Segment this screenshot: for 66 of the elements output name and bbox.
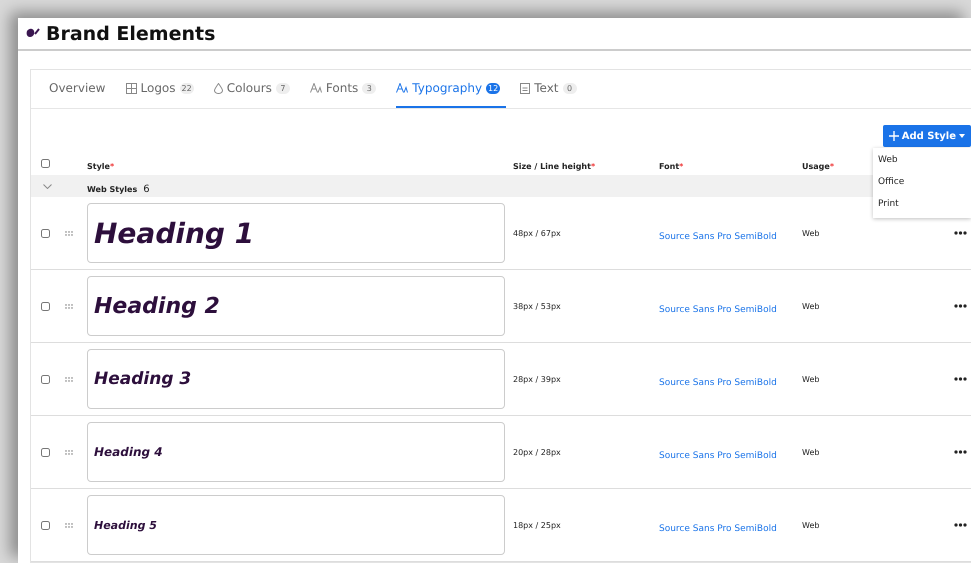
- brush-icon: [26, 28, 40, 40]
- menu-item[interactable]: Office: [873, 172, 971, 194]
- tab[interactable]: Colours 7: [214, 70, 296, 108]
- page-title: Brand Elements: [46, 22, 216, 44]
- style-preview[interactable]: Heading 1: [87, 203, 505, 263]
- more-icon[interactable]: [954, 450, 967, 454]
- required-mark: *: [830, 162, 834, 170]
- drag-handle-icon[interactable]: [65, 230, 73, 236]
- size-text: 48px / 67px: [513, 228, 562, 238]
- tab[interactable]: Typography 12: [396, 70, 506, 108]
- column-header: Size / Line height: [513, 162, 591, 170]
- drag-handle-icon[interactable]: [65, 522, 73, 528]
- usage-text: Web: [802, 374, 820, 384]
- style-preview[interactable]: Heading 2: [87, 276, 505, 336]
- usage-text: Web: [802, 302, 820, 310]
- style-preview[interactable]: Heading 3: [87, 349, 505, 409]
- drop-icon: [214, 82, 223, 94]
- style-preview[interactable]: Heading 5: [87, 495, 505, 555]
- row-checkbox[interactable]: [41, 374, 50, 384]
- style-preview[interactable]: Heading 4: [87, 422, 505, 482]
- drag-handle-icon[interactable]: [65, 304, 73, 308]
- column-header: Style: [87, 162, 110, 170]
- required-mark: *: [110, 162, 114, 170]
- size-text: 18px / 25px: [513, 520, 562, 530]
- grid-icon: [126, 82, 136, 94]
- column-header: Font: [659, 162, 680, 170]
- tab[interactable]: Fonts 3: [310, 70, 382, 108]
- required-mark: *: [679, 162, 684, 170]
- size-text: 38px / 53px: [513, 302, 562, 310]
- size-text: 20px / 28px: [513, 448, 562, 456]
- size-text: 28px / 39px: [513, 374, 562, 384]
- plus-icon: [888, 131, 899, 141]
- caret-icon: [959, 134, 965, 138]
- row-checkbox[interactable]: [41, 302, 50, 310]
- chevron-icon[interactable]: [43, 184, 52, 188]
- drag-handle-icon[interactable]: [65, 450, 73, 454]
- menu-item[interactable]: Print: [873, 194, 971, 216]
- tab[interactable]: Logos 22: [126, 70, 200, 108]
- usage-text: Web: [802, 228, 820, 238]
- row-checkbox[interactable]: [41, 448, 50, 456]
- font-link[interactable]: Source Sans Pro SemiBold: [659, 450, 777, 460]
- more-icon[interactable]: [954, 231, 967, 235]
- font-link[interactable]: Source Sans Pro SemiBold: [659, 378, 777, 388]
- font-icon: [310, 83, 322, 93]
- font-icon: [396, 83, 408, 93]
- row-checkbox[interactable]: [41, 520, 50, 530]
- font-link[interactable]: Source Sans Pro SemiBold: [659, 524, 777, 534]
- drag-handle-icon[interactable]: [65, 376, 73, 382]
- menu-item[interactable]: Web: [873, 150, 971, 172]
- document-icon: [520, 82, 530, 94]
- add-style-button[interactable]: Add Style: [882, 125, 971, 147]
- more-icon[interactable]: [954, 523, 967, 527]
- group-count: 6: [143, 184, 150, 194]
- group-label: Web Styles: [87, 184, 138, 194]
- select-all-checkbox[interactable]: [41, 158, 50, 168]
- font-link[interactable]: Source Sans Pro SemiBold: [659, 304, 777, 314]
- row-checkbox[interactable]: [41, 228, 50, 238]
- more-icon[interactable]: [954, 304, 967, 308]
- more-icon[interactable]: [954, 377, 967, 381]
- tab[interactable]: Text 0: [520, 70, 583, 108]
- required-mark: *: [590, 162, 596, 170]
- tab[interactable]: Overview: [49, 70, 112, 108]
- usage-text: Web: [802, 448, 820, 456]
- column-header: Usage: [802, 162, 830, 170]
- usage-text: Web: [802, 520, 820, 530]
- font-link[interactable]: Source Sans Pro SemiBold: [659, 232, 777, 242]
